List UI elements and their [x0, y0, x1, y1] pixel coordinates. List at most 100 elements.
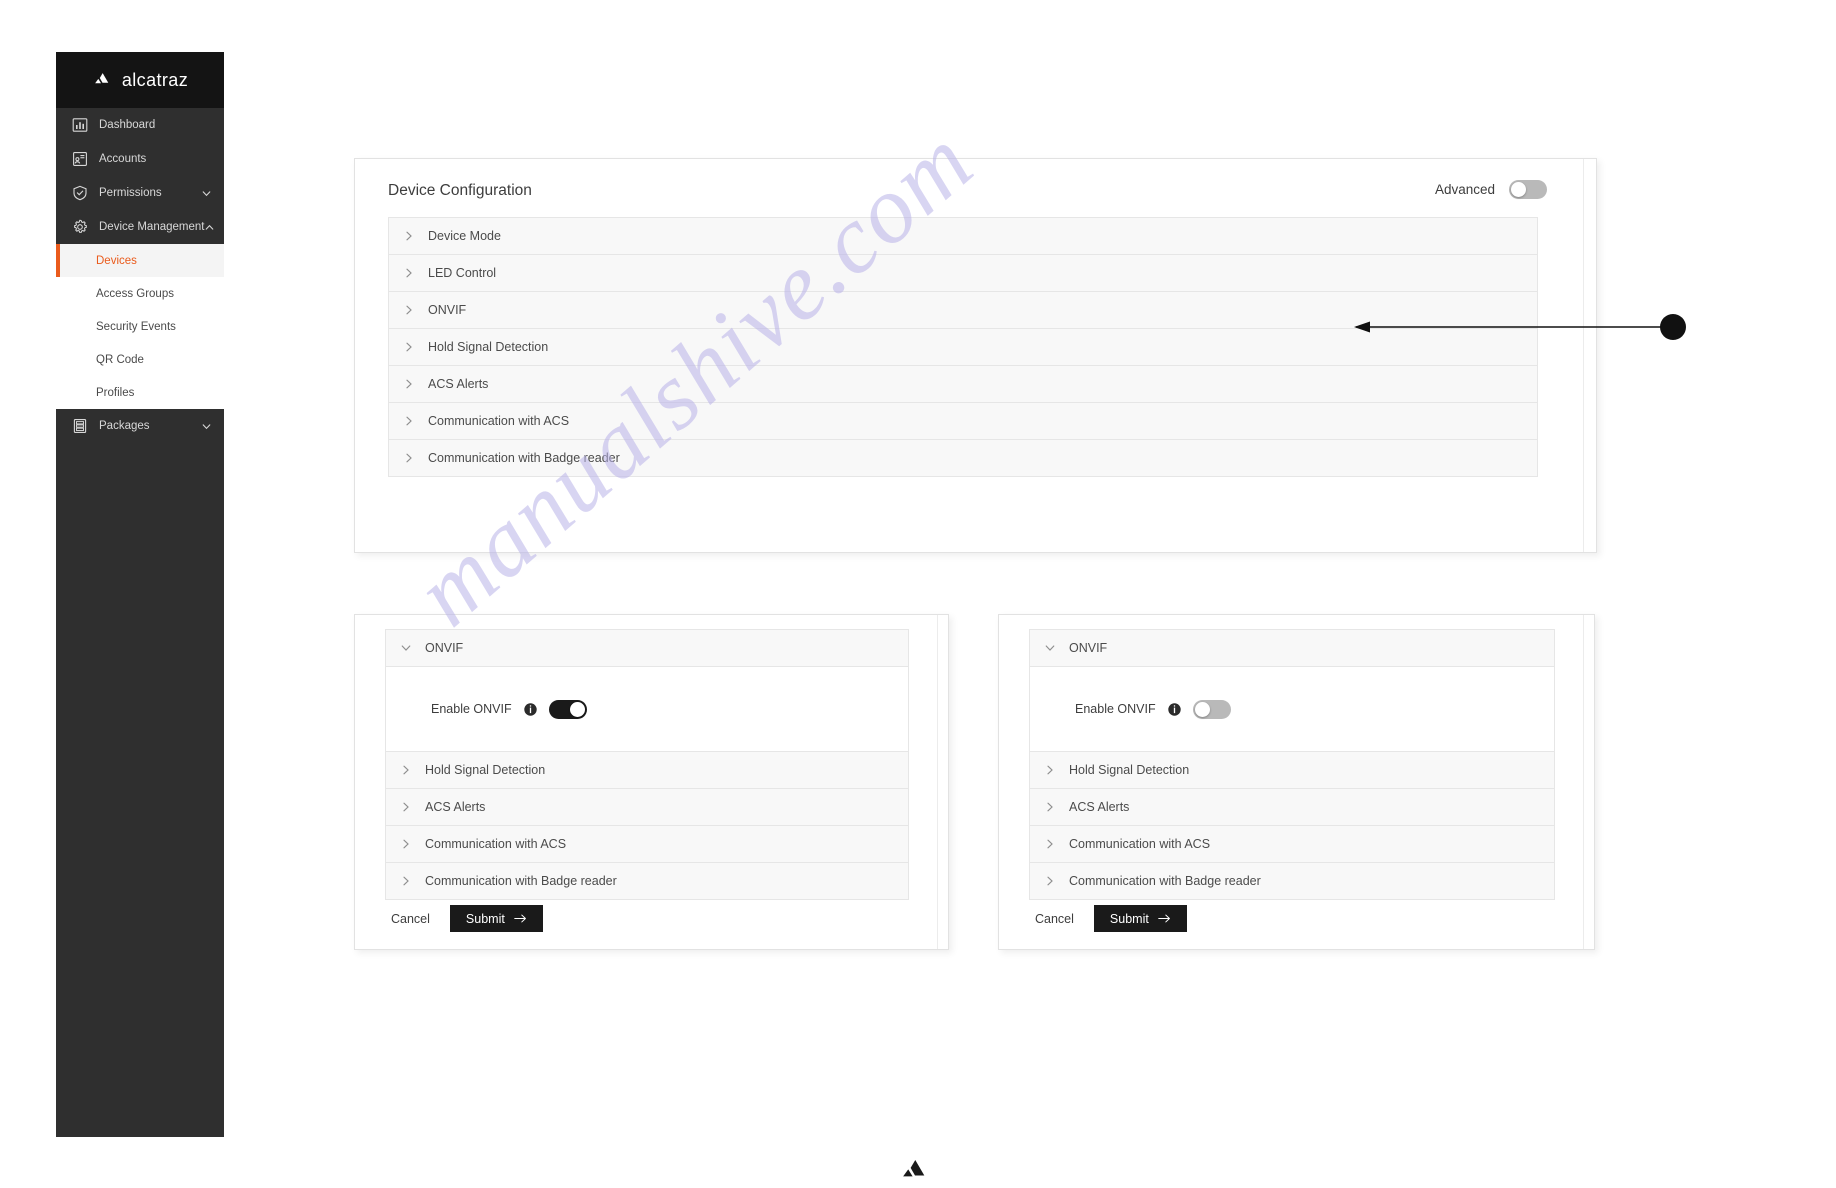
toggle-knob — [569, 701, 585, 717]
configuration-sections-list: ONVIF Enable ONVIF Hold Signal Detection… — [1029, 629, 1555, 900]
callout-annotation — [1354, 314, 1686, 340]
section-label: ONVIF — [428, 303, 467, 317]
shield-check-icon — [73, 185, 87, 201]
chevron-right-icon — [403, 876, 409, 886]
advanced-toggle-group: Advanced — [1435, 180, 1547, 199]
onvif-section-body: Enable ONVIF — [1030, 667, 1554, 752]
enable-onvif-field: Enable ONVIF — [1075, 699, 1231, 719]
chevron-right-icon — [1047, 876, 1053, 886]
section-label: ONVIF — [1069, 641, 1108, 655]
configuration-sections-list: ONVIF Enable ONVIF Hold Signal Detection… — [385, 629, 909, 900]
gear-icon — [74, 219, 87, 233]
section-row-acs-alerts[interactable]: ACS Alerts — [386, 789, 908, 826]
section-label: Communication with Badge reader — [1069, 874, 1261, 888]
card-inner: ONVIF Enable ONVIF Hold Signal Detection… — [355, 615, 938, 949]
arrow-right-icon — [1158, 914, 1170, 923]
sidebar-subitem-label: Security Events — [96, 320, 176, 333]
section-row-hold-signal-detection[interactable]: Hold Signal Detection — [386, 752, 908, 789]
sidebar-item-dashboard[interactable]: Dashboard — [56, 108, 224, 142]
section-label: Device Mode — [428, 229, 501, 243]
section-row-led-control[interactable]: LED Control — [389, 255, 1537, 292]
section-label: Communication with Badge reader — [428, 451, 620, 465]
sidebar-subitem-label: QR Code — [96, 353, 144, 366]
chevron-right-icon — [406, 379, 412, 389]
sidebar-item-device-management[interactable]: Device Management — [56, 210, 224, 244]
section-label: ONVIF — [425, 641, 464, 655]
sidebar-item-access-groups[interactable]: Access Groups — [56, 277, 224, 310]
enable-onvif-toggle[interactable] — [548, 699, 587, 719]
chevron-right-icon — [403, 802, 409, 812]
chevron-down-icon[interactable] — [201, 188, 212, 199]
chevron-right-icon — [406, 231, 412, 241]
section-row-acs-alerts[interactable]: ACS Alerts — [389, 366, 1537, 403]
submit-button[interactable]: Submit — [1093, 905, 1187, 932]
chevron-right-icon — [403, 765, 409, 775]
advanced-label: Advanced — [1434, 182, 1495, 197]
section-row-communication-with-acs[interactable]: Communication with ACS — [389, 403, 1537, 440]
enable-onvif-field: Enable ONVIF — [431, 699, 587, 719]
submit-button-label: Submit — [1109, 911, 1149, 926]
info-icon[interactable] — [1167, 702, 1181, 716]
bar-chart-icon — [72, 118, 88, 132]
section-label: Hold Signal Detection — [1069, 763, 1190, 777]
section-row-communication-with-badge-reader[interactable]: Communication with Badge reader — [386, 863, 908, 900]
chevron-right-icon — [406, 268, 412, 278]
section-label: Communication with ACS — [425, 837, 567, 851]
sidebar-item-label: Permissions — [99, 187, 162, 199]
enable-onvif-label: Enable ONVIF — [431, 702, 512, 716]
form-actions: Cancel Submit — [385, 905, 543, 932]
submit-button-label: Submit — [465, 911, 505, 926]
sidebar-item-label: Dashboard — [99, 119, 156, 131]
onvif-section-body: Enable ONVIF — [386, 667, 908, 752]
section-row-device-mode[interactable]: Device Mode — [389, 218, 1537, 255]
chevron-right-icon — [406, 453, 412, 463]
sidebar: alcatraz Dashboard Accounts Permissions — [56, 52, 224, 1137]
chevron-right-icon — [406, 342, 412, 352]
chevron-right-icon — [403, 839, 409, 849]
enable-onvif-toggle[interactable] — [1192, 699, 1231, 719]
section-row-acs-alerts[interactable]: ACS Alerts — [1030, 789, 1554, 826]
section-row-onvif-expanded[interactable]: ONVIF — [386, 630, 908, 667]
sidebar-subitem-label: Access Groups — [96, 287, 174, 300]
sidebar-subitem-label: Devices — [96, 254, 137, 267]
sidebar-item-security-events[interactable]: Security Events — [56, 310, 224, 343]
chevron-right-icon — [1047, 802, 1053, 812]
sidebar-item-label: Accounts — [99, 153, 147, 165]
chevron-down-icon — [401, 645, 411, 651]
toggle-knob — [1194, 701, 1210, 717]
enable-onvif-label: Enable ONVIF — [1075, 702, 1156, 716]
info-icon[interactable] — [523, 702, 537, 716]
sidebar-item-permissions[interactable]: Permissions — [56, 176, 224, 210]
server-stack-icon — [73, 419, 87, 433]
onvif-disabled-panel: ONVIF Enable ONVIF Hold Signal Detection… — [998, 614, 1595, 950]
sidebar-item-label: Device Management — [99, 221, 205, 233]
section-label: Communication with ACS — [428, 414, 570, 428]
chevron-down-icon — [1045, 645, 1055, 651]
sidebar-item-qr-code[interactable]: QR Code — [56, 343, 224, 376]
submit-button[interactable]: Submit — [449, 905, 543, 932]
cancel-button[interactable]: Cancel — [1029, 908, 1080, 930]
form-actions: Cancel Submit — [1029, 905, 1187, 932]
sidebar-item-accounts[interactable]: Accounts — [56, 142, 224, 176]
section-row-communication-with-badge-reader[interactable]: Communication with Badge reader — [1030, 863, 1554, 900]
chevron-right-icon — [1047, 765, 1053, 775]
chevron-down-icon[interactable] — [201, 421, 212, 432]
section-label: Communication with Badge reader — [425, 874, 617, 888]
section-row-communication-with-acs[interactable]: Communication with ACS — [386, 826, 908, 863]
toggle-knob — [1511, 182, 1526, 197]
sidebar-subitem-label: Profiles — [96, 386, 135, 399]
sidebar-item-profiles[interactable]: Profiles — [56, 376, 224, 409]
section-row-hold-signal-detection[interactable]: Hold Signal Detection — [1030, 752, 1554, 789]
section-row-onvif-expanded[interactable]: ONVIF — [1030, 630, 1554, 667]
section-row-communication-with-badge-reader[interactable]: Communication with Badge reader — [389, 440, 1537, 477]
advanced-toggle[interactable] — [1509, 180, 1547, 199]
cancel-button[interactable]: Cancel — [385, 908, 436, 930]
section-row-communication-with-acs[interactable]: Communication with ACS — [1030, 826, 1554, 863]
brand-name: alcatraz — [121, 69, 189, 90]
id-card-icon — [73, 152, 87, 166]
sidebar-item-devices[interactable]: Devices — [56, 244, 224, 277]
sidebar-item-label: Packages — [99, 420, 150, 432]
sidebar-item-packages[interactable]: Packages — [56, 409, 224, 443]
section-label: Hold Signal Detection — [425, 763, 546, 777]
chevron-up-icon[interactable] — [204, 222, 215, 233]
